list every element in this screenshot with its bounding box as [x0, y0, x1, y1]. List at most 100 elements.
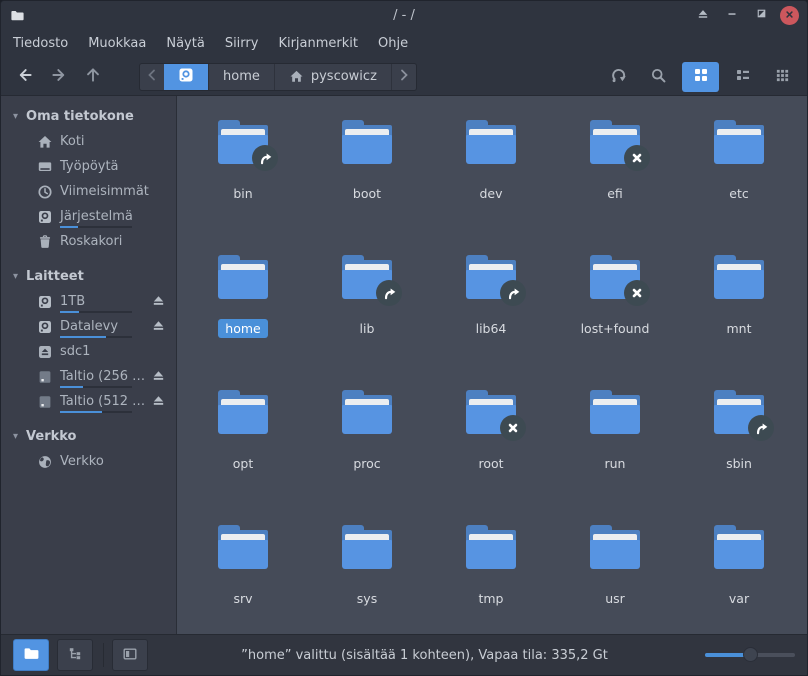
no-access-emblem-icon — [500, 415, 526, 441]
sidebar-item-koti[interactable]: Koti — [1, 129, 176, 154]
breadcrumb-segment-root[interactable] — [164, 64, 208, 90]
sidebar-item-label: Roskakori — [60, 234, 122, 249]
sidebar-item-label: Verkko — [60, 454, 104, 469]
file-item-dev[interactable]: dev — [429, 109, 553, 244]
file-item-home[interactable]: home — [181, 244, 305, 379]
file-item-lib[interactable]: lib — [305, 244, 429, 379]
shade-button[interactable] — [693, 5, 713, 25]
file-name: home — [218, 319, 267, 338]
removable-icon — [36, 344, 53, 360]
file-item-bin[interactable]: bin — [181, 109, 305, 244]
compact-view-button[interactable] — [767, 63, 797, 91]
list-view-button[interactable] — [728, 63, 758, 91]
close-icon — [784, 8, 795, 23]
forward-button[interactable] — [45, 63, 73, 91]
folder-icon — [466, 390, 516, 434]
places-pane-button[interactable] — [13, 639, 49, 671]
file-item-boot[interactable]: boot — [305, 109, 429, 244]
titlebar[interactable]: / - / — [1, 1, 807, 29]
icon-view-button[interactable] — [682, 62, 719, 92]
sidebar-item-label: Viimeisimmät — [60, 184, 149, 199]
file-name: run — [598, 454, 633, 473]
sidebar-item-roskakori[interactable]: Roskakori — [1, 229, 176, 254]
flash-icon — [36, 394, 53, 410]
folder-icon — [466, 525, 516, 569]
file-item-sys[interactable]: sys — [305, 514, 429, 649]
sidebar-item-taltio-256[interactable]: Taltio (256 … — [1, 364, 176, 389]
content-area: ▾Oma tietokone Koti Työpöytä Viimeisimmät Jä… — [1, 96, 807, 634]
folder-icon — [714, 390, 764, 434]
file-name: sys — [350, 589, 384, 608]
up-button[interactable] — [79, 63, 107, 91]
file-item-var[interactable]: var — [677, 514, 801, 649]
list-view-icon — [735, 67, 751, 86]
file-item-root[interactable]: root — [429, 379, 553, 514]
side-pane-toggle-button[interactable] — [112, 639, 148, 671]
directory-tree-button[interactable] — [57, 639, 93, 671]
file-item-lost-found[interactable]: lost+found — [553, 244, 677, 379]
bottom-bar: ”home” valittu (sisältää 1 kohteen), Vap… — [1, 634, 807, 675]
menu-n-yt[interactable]: Näytä — [156, 32, 214, 55]
sidebar-item-verkko[interactable]: Verkko — [1, 449, 176, 474]
toolbar: home pyscowicz — [1, 58, 807, 96]
minimize-button[interactable] — [722, 5, 742, 25]
sidebar-item-sdc1[interactable]: sdc1 — [1, 339, 176, 364]
breadcrumb-scroll-right-button[interactable] — [391, 64, 416, 90]
status-text: ”home” valittu (sisältää 1 kohteen), Vap… — [156, 648, 693, 663]
directory-tree-icon — [67, 646, 83, 665]
zoom-slider-handle[interactable] — [743, 647, 758, 662]
sidebar-item-label: Koti — [60, 134, 85, 149]
file-item-lib64[interactable]: lib64 — [429, 244, 553, 379]
file-item-sbin[interactable]: sbin — [677, 379, 801, 514]
sidebar-item-1tb[interactable]: 1TB — [1, 289, 176, 314]
folder-icon — [342, 390, 392, 434]
menu-ohje[interactable]: Ohje — [368, 32, 418, 55]
sidebar-item-datalevy[interactable]: Datalevy — [1, 314, 176, 339]
disk-usage-bar — [60, 226, 132, 228]
menu-siirry[interactable]: Siirry — [215, 32, 269, 55]
folder-icon — [342, 255, 392, 299]
places-icon — [23, 645, 40, 665]
menu-muokkaa[interactable]: Muokkaa — [78, 32, 156, 55]
search-icon — [650, 67, 667, 87]
sidebar-item-ty-p-yt[interactable]: Työpöytä — [1, 154, 176, 179]
breadcrumb-segment-pyscowicz[interactable]: pyscowicz — [274, 64, 391, 90]
file-name: bin — [226, 184, 259, 203]
sidebar-section-header[interactable]: ▾Laitteet — [1, 264, 176, 289]
sidebar-section-header[interactable]: ▾Oma tietokone — [1, 104, 176, 129]
file-item-srv[interactable]: srv — [181, 514, 305, 649]
reload-button[interactable] — [604, 63, 634, 91]
sidebar-item-j-rjestelm[interactable]: Järjestelmä — [1, 204, 176, 229]
file-name: efi — [600, 184, 630, 203]
sidebar-item-taltio-512[interactable]: Taltio (512 … — [1, 389, 176, 414]
file-item-mnt[interactable]: mnt — [677, 244, 801, 379]
search-button[interactable] — [643, 63, 673, 91]
chevron-right-icon — [399, 69, 409, 85]
file-item-proc[interactable]: proc — [305, 379, 429, 514]
file-item-usr[interactable]: usr — [553, 514, 677, 649]
eject-button[interactable] — [149, 393, 167, 410]
back-button[interactable] — [11, 63, 39, 91]
drive-icon — [36, 209, 53, 225]
file-item-opt[interactable]: opt — [181, 379, 305, 514]
file-item-efi[interactable]: efi — [553, 109, 677, 244]
close-button[interactable] — [780, 6, 799, 25]
file-item-tmp[interactable]: tmp — [429, 514, 553, 649]
file-view[interactable]: bin bootdev efi etc home liblib64lost+foundmn… — [177, 96, 807, 634]
menu-tiedosto[interactable]: Tiedosto — [3, 32, 78, 55]
globe-icon — [36, 454, 53, 470]
file-item-run[interactable]: run — [553, 379, 677, 514]
breadcrumb-scroll-left-button[interactable] — [140, 64, 164, 90]
eject-button[interactable] — [149, 318, 167, 335]
file-item-etc[interactable]: etc — [677, 109, 801, 244]
drive-icon — [36, 319, 53, 335]
restore-button[interactable] — [751, 5, 771, 25]
sidebar-item-viimeisimm-t[interactable]: Viimeisimmät — [1, 179, 176, 204]
eject-button[interactable] — [149, 293, 167, 310]
eject-button[interactable] — [149, 368, 167, 385]
sidebar-section-header[interactable]: ▾Verkko — [1, 424, 176, 449]
menu-kirjanmerkit[interactable]: Kirjanmerkit — [268, 32, 368, 55]
zoom-slider[interactable] — [705, 645, 795, 665]
sidebar-item-label: 1TB — [60, 294, 85, 309]
breadcrumb-segment-home[interactable]: home — [208, 64, 274, 90]
